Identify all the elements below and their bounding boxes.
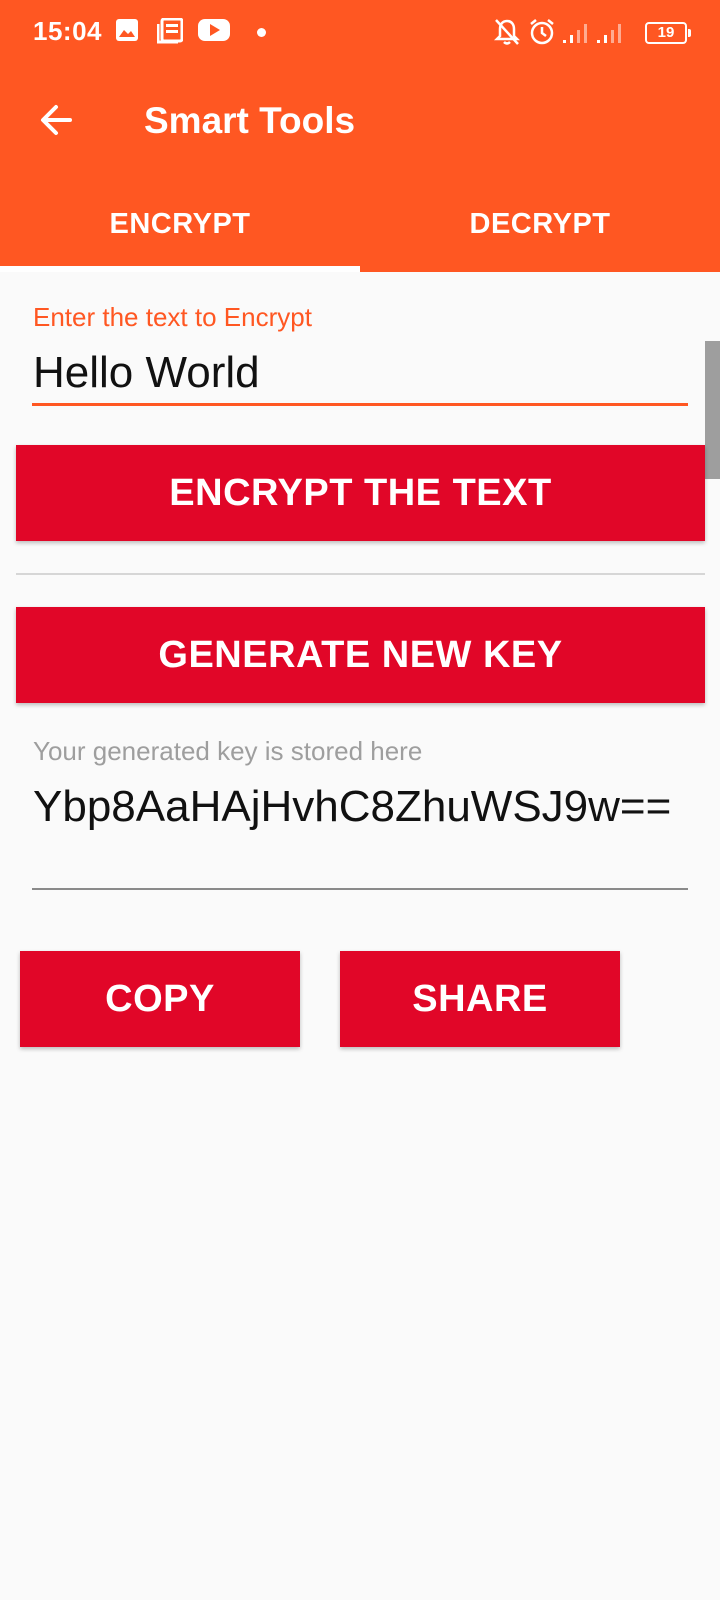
key-field[interactable]: Ybp8AaHAjHvhC8ZhuWSJ9w== (33, 782, 703, 832)
signal-icon (596, 22, 626, 49)
gallery-icon (115, 18, 139, 47)
encrypt-input-underline (32, 403, 688, 406)
copy-button[interactable]: COPY (20, 951, 300, 1047)
youtube-icon (198, 18, 230, 47)
tab-indicator (0, 266, 360, 272)
share-button[interactable]: SHARE (340, 951, 620, 1047)
page-title: Smart Tools (144, 100, 356, 141)
divider (16, 573, 705, 575)
status-bar: 15:04 19 (0, 0, 720, 66)
status-time: 15:04 (33, 16, 102, 46)
app-bar: 15:04 19 Smart Tools ENCRYPT DECRYPT (0, 0, 720, 272)
tab-decrypt[interactable]: DECRYPT (360, 196, 720, 272)
key-field-label: Your generated key is stored here (33, 736, 423, 766)
battery-icon: 19 (645, 22, 691, 44)
notification-dot (257, 28, 266, 37)
encrypt-input-label: Enter the text to Encrypt (33, 302, 312, 332)
key-field-underline (32, 888, 688, 890)
scrollbar[interactable] (705, 341, 720, 479)
generate-key-button[interactable]: GENERATE NEW KEY (16, 607, 705, 703)
alarm-icon (528, 18, 556, 51)
signal-icon (562, 22, 592, 49)
tab-encrypt[interactable]: ENCRYPT (0, 196, 360, 272)
arrow-left-icon[interactable] (36, 100, 76, 145)
encrypt-button[interactable]: ENCRYPT THE TEXT (16, 445, 705, 541)
news-icon (156, 17, 184, 49)
encrypt-text-input[interactable]: Hello World (33, 348, 688, 398)
bell-off-icon (493, 18, 521, 51)
